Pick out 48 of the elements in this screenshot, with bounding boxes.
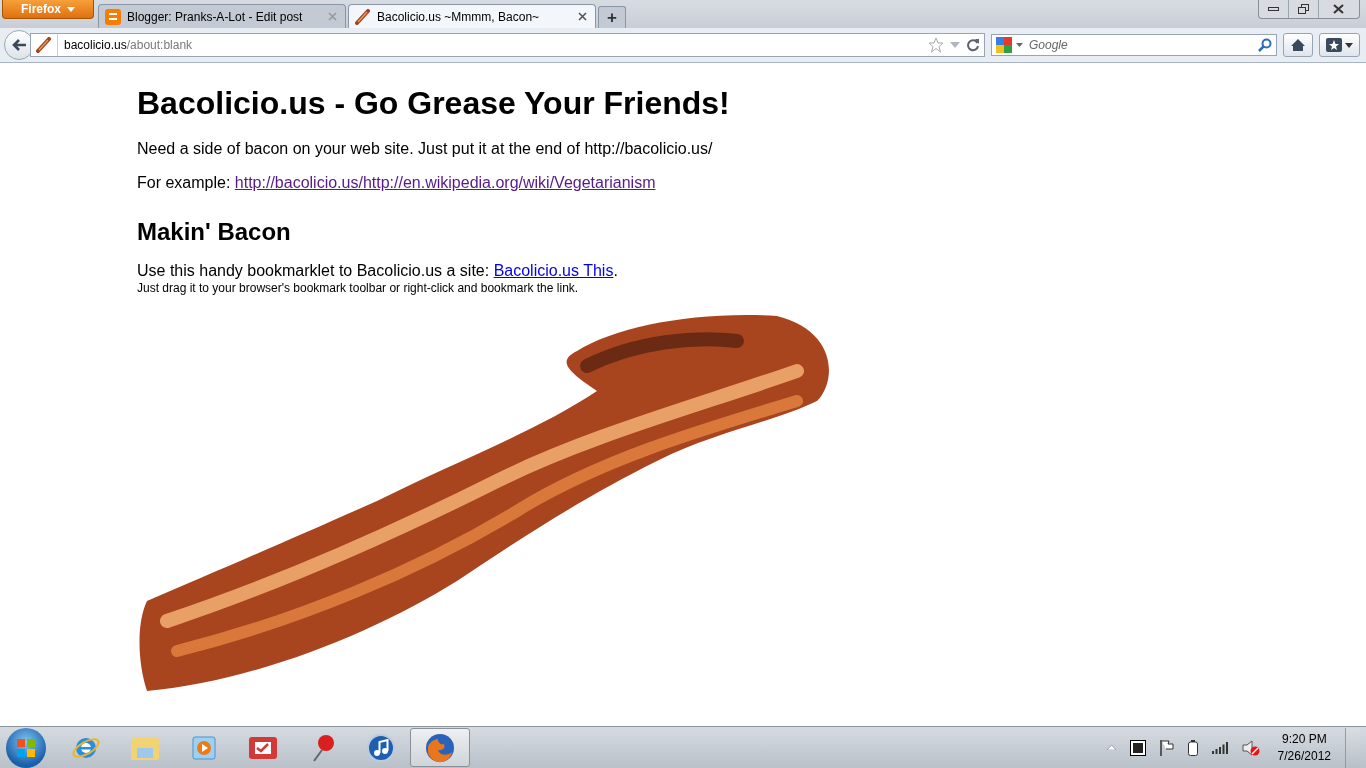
dropdown-icon[interactable] (1016, 43, 1023, 47)
home-button[interactable] (1283, 33, 1313, 57)
page-heading: Bacolicio.us - Go Grease Your Friends! (137, 85, 731, 122)
bookmarklet-link[interactable]: Bacolicio.us This (493, 262, 614, 279)
bacon-strip-icon (355, 8, 371, 25)
example-label: For example: (137, 174, 231, 191)
sentence-period: . (613, 262, 618, 279)
bookmarks-button[interactable] (1319, 33, 1360, 57)
minimize-icon (1267, 7, 1279, 11)
back-arrow-icon (11, 38, 27, 52)
muted-speaker-icon[interactable] (1241, 739, 1260, 756)
windows-logo-icon (17, 738, 35, 757)
search-field[interactable]: Google (991, 34, 1277, 56)
bookmark-star-icon (1326, 38, 1342, 52)
intro-text: Need a side of bacon on your web site. Just put it at the end of http://bacolicio.us/ (137, 140, 714, 158)
music-note-icon (366, 732, 396, 763)
url-text: bacolicio.us/about:blank (63, 38, 194, 52)
restore-icon (1297, 4, 1309, 14)
play-icon (190, 733, 218, 762)
address-bar[interactable]: bacolicio.us/about:blank (30, 33, 985, 57)
section-heading: Makin' Bacon (137, 218, 292, 246)
start-button[interactable] (6, 727, 46, 768)
signal-bars-icon[interactable] (1211, 741, 1228, 754)
tab-title: Bacolicio.us ~Mmmm, Bacon~ (377, 9, 541, 24)
example-link[interactable]: http://bacolicio.us/http://en.wikipedia.org/wiki/Vegetarianism (234, 174, 656, 191)
reload-icon[interactable] (966, 38, 980, 52)
bacon-strip-icon (36, 37, 52, 53)
tab-title: Blogger: Pranks-A-Lot - Edit post (127, 9, 304, 24)
google-icon (996, 37, 1012, 53)
new-tab-button[interactable]: + (598, 6, 626, 28)
search-icon[interactable] (1258, 38, 1272, 52)
close-icon (1333, 4, 1345, 14)
battery-icon[interactable] (1187, 739, 1198, 756)
bookmarklet-text: Use this handy bookmarklet to Bacolicio.us a site: (137, 262, 490, 279)
browser-tab[interactable]: Bacolicio.us ~Mmmm, Bacon~ (348, 4, 596, 28)
caret-icon (67, 6, 75, 12)
star-icon[interactable] (928, 37, 944, 53)
home-icon (1290, 38, 1306, 52)
show-hidden-icons-icon[interactable] (1106, 745, 1116, 750)
close-icon[interactable] (578, 12, 587, 21)
caret-icon (1345, 42, 1353, 48)
taskbar-app[interactable] (410, 728, 470, 767)
browser-tab[interactable]: Blogger: Pranks-A-Lot - Edit post (98, 4, 346, 28)
flag-icon[interactable] (1159, 739, 1174, 756)
fox-globe-icon (424, 731, 456, 764)
bookmarklet-note: Just drag it to your browser's bookmark toolbar or right-click and bookmark the link. (137, 281, 580, 295)
clock[interactable]: 9:20 PM 7/26/2012 (1277, 732, 1331, 763)
stacked-check-icon (247, 734, 279, 761)
